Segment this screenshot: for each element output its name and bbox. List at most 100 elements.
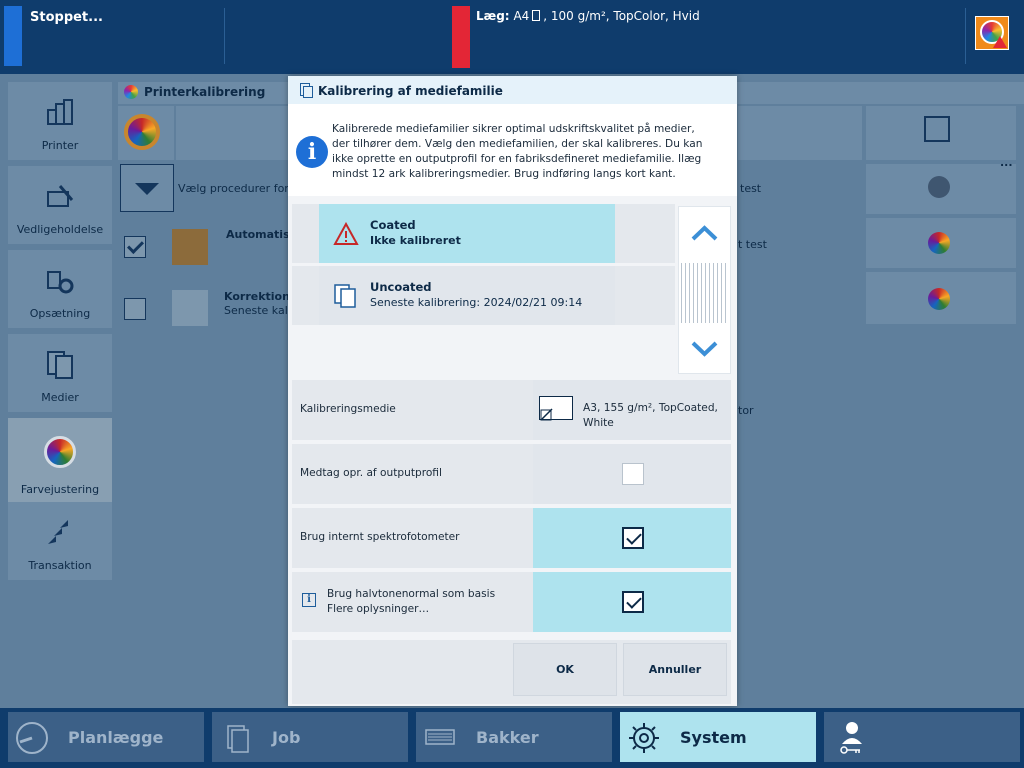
- dialog-footer: OK Annuller: [292, 640, 731, 704]
- gear-icon: [629, 723, 659, 753]
- bg-tor-label: tor: [738, 404, 754, 417]
- dialog-title: Kalibrering af mediefamilie: [318, 84, 503, 98]
- sidebar-item-color-adjustment[interactable]: Farvejustering: [8, 418, 112, 504]
- setting-label: Brug halvtonenormal som basis: [327, 588, 496, 600]
- transaction-icon: [48, 520, 68, 544]
- load-paper-details: , 100 g/m², TopColor, Hvid: [543, 9, 700, 23]
- color-wheel-icon: [124, 114, 160, 150]
- tab-label: Planlægge: [68, 728, 164, 747]
- tab-user-login[interactable]: [824, 712, 1020, 762]
- divider: [224, 8, 225, 64]
- job-document-icon: [227, 725, 249, 753]
- chevron-up-icon: [691, 225, 718, 241]
- list-item: Coated Ikke kalibreret: [292, 204, 675, 263]
- scroll-track[interactable]: [681, 263, 729, 323]
- media-value-line1: A3, 155 g/m², TopCoated,: [583, 402, 718, 414]
- sidebar-item-maintenance[interactable]: Vedligeholdelse: [8, 166, 112, 244]
- tab-label: System: [680, 728, 747, 747]
- correction-icon: [172, 290, 208, 326]
- color-wheel-icon: [124, 85, 138, 99]
- load-label: Læg:: [476, 9, 510, 23]
- info-text: Kalibrerede mediefamilier sikrer optimal…: [332, 123, 703, 180]
- media-sheet-icon: [539, 396, 573, 421]
- bg-more-menu: ...: [1000, 156, 1013, 169]
- family-status: Ikke kalibreret: [370, 234, 461, 247]
- bg-checkbox-correction: [124, 298, 146, 320]
- clock-icon: [16, 722, 48, 754]
- tab-label: Job: [272, 728, 301, 747]
- calibration-media-selector[interactable]: A3, 155 g/m², TopCoated, White: [533, 380, 731, 440]
- sidebar-item-transaction[interactable]: Transaktion: [8, 502, 112, 580]
- bg-dropdown-button: [120, 164, 174, 212]
- g7-icon: [928, 176, 950, 198]
- g7-color-icon: [928, 232, 950, 254]
- bg-select-procedures-text: Vælg procedurer for pr: [178, 182, 304, 195]
- halftone-toggle-area[interactable]: [533, 572, 731, 632]
- media-family-list: Coated Ikke kalibreret Uncoated Seneste …: [288, 202, 737, 376]
- warning-indicator: [452, 6, 470, 68]
- setting-internal-spectrophotometer: Brug internt spektrofotometer: [292, 508, 731, 568]
- tab-trays[interactable]: Bakker: [416, 712, 612, 762]
- sidebar-item-label: Opsætning: [29, 307, 91, 320]
- load-paper-size: A4: [513, 9, 530, 23]
- setting-calibration-media: Kalibreringsmedie A3, 155 g/m², TopCoate…: [292, 380, 731, 440]
- user-key-icon: [840, 722, 862, 754]
- bottom-navigation: Planlægge Job Bakker System: [0, 708, 1024, 768]
- bg-correction-label: Korrektion: [224, 290, 290, 303]
- info-icon[interactable]: i: [302, 593, 316, 607]
- tray-icon: [425, 729, 455, 745]
- bg-panel: [738, 106, 862, 160]
- sidebar-item-label: Vedligeholdelse: [16, 223, 104, 236]
- include-profile-checkbox[interactable]: [622, 463, 644, 485]
- family-name: Uncoated: [370, 280, 432, 294]
- tab-jobs[interactable]: Job: [212, 712, 408, 762]
- dialog-title-bar: Kalibrering af mediefamilie: [288, 76, 737, 104]
- divider: [965, 8, 966, 64]
- include-profile-toggle-area[interactable]: [533, 444, 731, 504]
- warning-icon: [333, 222, 359, 245]
- setting-halftone-normal: i Brug halvtonenormal som basis Flere op…: [292, 572, 731, 632]
- printer-status-indicator: [4, 6, 22, 66]
- setting-label: Kalibreringsmedie: [300, 403, 396, 415]
- tab-schedule[interactable]: Planlægge: [8, 712, 204, 762]
- media-family-item-uncoated[interactable]: Uncoated Seneste kalibrering: 2024/02/21…: [319, 266, 615, 325]
- setting-include-output-profile: Medtag opr. af outputprofil: [292, 444, 731, 504]
- halftone-checkbox[interactable]: [622, 591, 644, 613]
- media-family-item-coated[interactable]: Coated Ikke kalibreret: [319, 204, 615, 263]
- sidebar-item-setup[interactable]: Opsætning: [8, 250, 112, 328]
- spectrophotometer-checkbox[interactable]: [622, 527, 644, 549]
- calibration-media-value: A3, 155 g/m², TopCoated, White: [583, 401, 718, 431]
- family-status: Seneste kalibrering: 2024/02/21 09:14: [370, 296, 583, 309]
- dropdown-arrow-icon: [135, 183, 159, 195]
- bg-automatic-label: Automatisk: [226, 228, 297, 241]
- list-scrollbar[interactable]: [678, 206, 731, 374]
- sidebar-item-label: Farvejustering: [20, 483, 100, 496]
- spectrophotometer-toggle-area[interactable]: [533, 508, 731, 568]
- sidebar-item-label: Medier: [41, 391, 79, 404]
- printer-calibration-title: Printerkalibrering: [144, 85, 266, 99]
- calibration-icon: [172, 229, 208, 265]
- sidebar-item-printer[interactable]: Printer: [8, 82, 112, 160]
- media-profile-icon: [924, 116, 950, 142]
- bg-color-tile: [118, 106, 174, 160]
- sidebar-item-label: Transaktion: [28, 559, 92, 572]
- bg-checkbox-automatic: [124, 236, 146, 258]
- more-info-link[interactable]: Flere oplysninger…: [327, 603, 429, 615]
- sidebar-item-media[interactable]: Medier: [8, 334, 112, 412]
- tab-system[interactable]: System: [620, 712, 816, 762]
- scroll-up-button[interactable]: [679, 207, 730, 259]
- ok-button[interactable]: OK: [513, 643, 617, 696]
- setup-gear-icon: [47, 271, 74, 294]
- load-paper-message[interactable]: Læg: A4 , 100 g/m², TopColor, Hvid: [476, 9, 700, 23]
- media-icon: [47, 351, 73, 379]
- setting-label: Medtag opr. af outputprofil: [300, 467, 442, 479]
- tab-label: Bakker: [476, 728, 539, 747]
- printer-status-text: Stoppet...: [30, 10, 103, 25]
- scroll-down-button[interactable]: [679, 323, 730, 375]
- info-message-box: i Kalibrerede mediefamilier sikrer optim…: [288, 104, 737, 196]
- info-icon: i: [296, 136, 328, 168]
- printer-icon: [47, 99, 73, 125]
- cancel-button[interactable]: Annuller: [623, 643, 727, 696]
- color-alert-icon[interactable]: [975, 16, 1009, 50]
- sidebar-item-label: Printer: [41, 139, 79, 152]
